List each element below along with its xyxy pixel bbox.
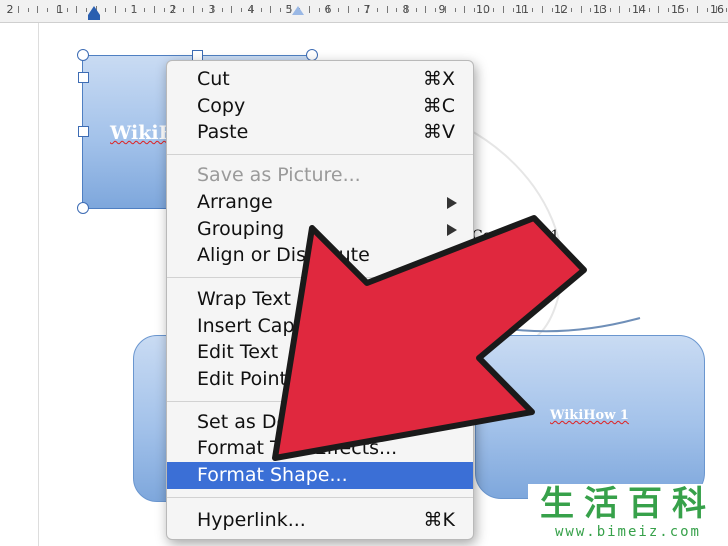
watermark-url: www.bimeiz.com (554, 524, 701, 540)
watermark: 生活百科 www.bimeiz.com (528, 484, 728, 546)
menu-item-label: Cut (197, 68, 230, 90)
resize-handle[interactable] (77, 49, 89, 61)
resize-handle[interactable] (78, 126, 89, 137)
menu-item-arrange[interactable]: Arrange (167, 189, 473, 215)
menu-item-label: Wrap Text (197, 288, 291, 310)
menu-item-align-or-distribute[interactable]: Align or Distribute (167, 242, 473, 268)
menu-item-label: Set as Default Shape (197, 411, 397, 433)
menu-item-paste[interactable]: Paste ⌘V (167, 119, 473, 145)
connector-label[interactable]: Connector 1 (472, 228, 559, 244)
menu-item-hyperlink[interactable]: Hyperlink... ⌘K (167, 507, 473, 533)
menu-item-save-as-picture: Save as Picture... (167, 162, 473, 188)
menu-item-label: Format Text Effects... (197, 437, 398, 459)
menu-item-label: Save as Picture... (197, 164, 361, 186)
menu-item-copy[interactable]: Copy ⌘C (167, 93, 473, 119)
submenu-arrow-icon (447, 197, 457, 209)
menu-item-format-text-effects[interactable]: Format Text Effects... (167, 435, 473, 461)
menu-item-format-shape[interactable]: Format Shape... (167, 462, 473, 489)
menu-item-label: Arrange (197, 191, 273, 213)
menu-item-wrap-text[interactable]: Wrap Text (167, 286, 473, 312)
menu-shortcut: ⌘X (422, 68, 455, 90)
menu-shortcut: ⌘C (422, 95, 455, 117)
menu-item-label: Align or Distribute (197, 244, 370, 266)
menu-item-label: Copy (197, 95, 246, 117)
menu-item-label: Edit Text (197, 341, 279, 363)
context-menu: Cut ⌘X Copy ⌘C Paste ⌘V Save as Picture.… (166, 60, 474, 540)
menu-separator (167, 401, 473, 402)
menu-item-insert-caption[interactable]: Insert Caption... (167, 313, 473, 339)
menu-item-label: Insert Caption... (197, 315, 350, 337)
menu-item-grouping[interactable]: Grouping (167, 216, 473, 242)
resize-handle[interactable] (77, 202, 89, 214)
menu-item-label: Edit Points (197, 368, 297, 390)
menu-separator (167, 497, 473, 498)
shape-text-right[interactable]: WikiHow 1 (550, 408, 629, 423)
menu-item-edit-text[interactable]: Edit Text (167, 339, 473, 365)
menu-item-set-as-default-shape[interactable]: Set as Default Shape (167, 409, 473, 435)
menu-item-cut[interactable]: Cut ⌘X (167, 66, 473, 92)
menu-separator (167, 277, 473, 278)
menu-item-edit-points[interactable]: Edit Points (167, 366, 473, 392)
menu-item-label: Format Shape... (197, 464, 348, 486)
menu-item-label: Hyperlink... (197, 509, 306, 531)
menu-item-label: Paste (197, 121, 249, 143)
menu-shortcut: ⌘K (423, 509, 455, 531)
submenu-arrow-icon (447, 250, 457, 262)
menu-separator (167, 154, 473, 155)
watermark-chinese-text: 生活百科 (540, 484, 716, 524)
submenu-arrow-icon (447, 224, 457, 236)
menu-shortcut: ⌘V (423, 121, 455, 143)
menu-item-label: Grouping (197, 218, 285, 240)
resize-handle[interactable] (78, 72, 89, 83)
